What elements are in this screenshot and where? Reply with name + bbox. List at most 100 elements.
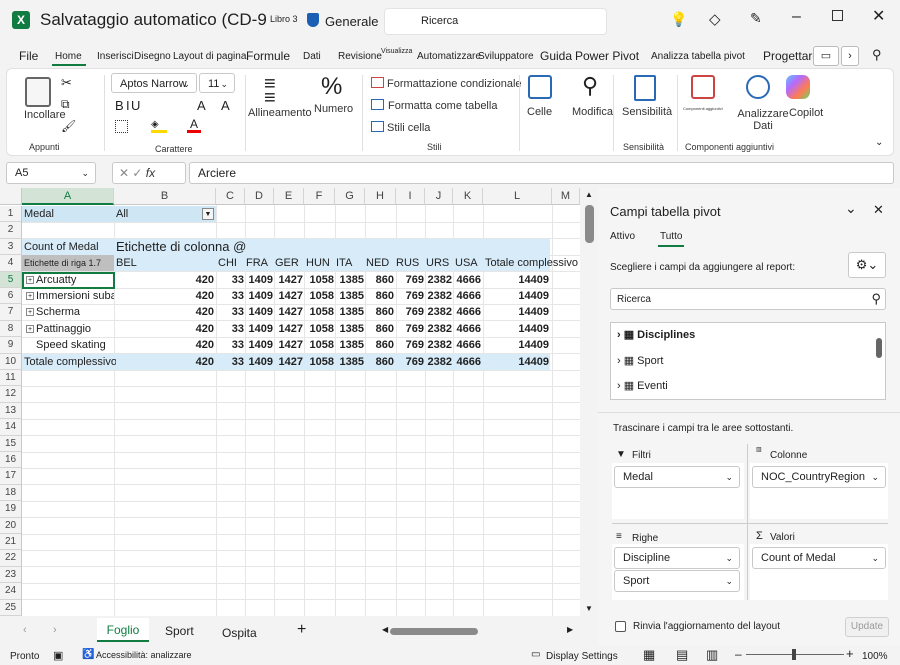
value-cell[interactable]: 1409 — [245, 337, 273, 353]
row-header[interactable]: 21 — [0, 534, 22, 551]
bold-button[interactable]: B — [115, 98, 124, 113]
column-header[interactable]: B — [114, 188, 216, 205]
scrollbar-thumb[interactable] — [585, 205, 594, 243]
value-field-count[interactable]: Count of Medal ⌄ — [752, 547, 886, 569]
value-cell[interactable]: 1058 — [304, 304, 334, 320]
value-cell[interactable]: 1409 — [245, 272, 273, 288]
close-icon[interactable]: ✕ — [872, 6, 885, 26]
zoom-level[interactable]: 100% — [862, 651, 888, 662]
value-cell[interactable]: 14409 — [483, 304, 549, 320]
tab-automate[interactable]: Automatizzare — [417, 51, 481, 62]
selected-cell[interactable] — [22, 271, 115, 289]
value-cell[interactable]: 4666 — [453, 304, 481, 320]
row-label[interactable]: Pattinaggio — [36, 321, 114, 337]
number-label[interactable]: Numero — [314, 103, 353, 115]
row-header[interactable]: 20 — [0, 517, 22, 534]
value-cell[interactable]: 1427 — [274, 288, 303, 304]
tab-view[interactable]: Visualizza — [381, 48, 412, 55]
select-all-corner[interactable] — [0, 188, 22, 205]
tab-data[interactable]: Dati — [303, 51, 321, 62]
value-cell[interactable]: 33 — [216, 272, 244, 288]
font-color-icon[interactable]: A — [187, 117, 201, 133]
copilot-icon[interactable] — [786, 75, 810, 99]
value-cell[interactable]: 1058 — [304, 288, 334, 304]
edit-label[interactable]: Modifica — [572, 106, 613, 118]
gear-icon[interactable]: ⚙⌄ — [848, 252, 886, 278]
value-cell[interactable]: 1427 — [274, 337, 303, 353]
column-header[interactable]: G — [335, 188, 365, 205]
diamond-icon[interactable]: ◇ — [709, 10, 721, 28]
chevron-right-icon[interactable]: › — [841, 46, 859, 66]
tab-developer[interactable]: Sviluppatore — [478, 51, 534, 62]
accessibility-icon[interactable]: ♿ — [82, 649, 94, 660]
row-header[interactable]: 15 — [0, 435, 22, 452]
sheet-tab[interactable]: Ospita — [222, 626, 257, 640]
accessibility-status[interactable]: Accessibilità: analizzare — [96, 650, 192, 660]
value-cell[interactable]: 14409 — [483, 321, 549, 337]
value-cell[interactable]: 769 — [396, 272, 424, 288]
font-name-select[interactable]: Aptos Narrow ⌄ — [111, 73, 197, 93]
cells-label[interactable]: Celle — [527, 106, 552, 118]
lightbulb-icon[interactable]: 💡 — [670, 11, 687, 28]
row-header[interactable]: 23 — [0, 566, 22, 584]
sensitivity-label-button[interactable]: Sensibilità — [622, 106, 672, 118]
paste-label[interactable]: Incollare — [24, 109, 66, 121]
tab-active-fields[interactable]: Attivo — [610, 231, 635, 242]
shrink-font-button[interactable]: A — [221, 98, 230, 113]
analyze-data-icon[interactable] — [746, 75, 770, 99]
column-header[interactable]: I — [396, 188, 425, 205]
row-header[interactable]: 1 — [0, 206, 22, 223]
row-header[interactable]: 12 — [0, 386, 22, 403]
row-header[interactable]: 17 — [0, 468, 22, 485]
column-header[interactable]: E — [274, 188, 304, 205]
close-icon[interactable]: ✕ — [873, 202, 884, 218]
alignment-label[interactable]: Allineamento — [248, 107, 312, 119]
row-header[interactable]: 2 — [0, 222, 22, 239]
field-list-scrollbar[interactable] — [876, 338, 882, 358]
value-cell[interactable]: 420 — [116, 304, 214, 320]
tab-power-pivot[interactable]: Power Pivot — [575, 49, 639, 63]
cut-icon[interactable]: ✂ — [61, 75, 72, 91]
value-cell[interactable]: 1409 — [245, 321, 273, 337]
value-cell[interactable]: 860 — [365, 304, 394, 320]
underline-button[interactable]: U — [131, 98, 140, 113]
cell-styles-button[interactable]: Stili cella — [387, 122, 430, 134]
value-cell[interactable]: 2382 — [425, 337, 452, 353]
expand-icon[interactable]: + — [26, 324, 34, 333]
macro-icon[interactable]: ▣ — [53, 649, 63, 662]
addins-icon[interactable] — [691, 75, 715, 99]
fill-color-icon[interactable]: ◈ — [151, 119, 167, 133]
value-cell[interactable]: 1385 — [335, 321, 364, 337]
value-cell[interactable]: 420 — [116, 288, 214, 304]
value-cell[interactable]: 769 — [396, 304, 424, 320]
zoom-in-icon[interactable]: + — [846, 646, 854, 661]
row-header[interactable]: 16 — [0, 452, 22, 469]
edit-search-icon[interactable]: ⚲ — [582, 73, 598, 99]
format-as-table-button[interactable]: Formatta come tabella — [388, 100, 497, 112]
update-button[interactable]: Update — [845, 617, 889, 637]
value-cell[interactable]: 860 — [365, 321, 394, 337]
percent-icon[interactable]: % — [321, 73, 342, 101]
row-field-sport[interactable]: Sport ⌄ — [614, 570, 740, 592]
zoom-out-icon[interactable]: – — [735, 647, 742, 661]
tab-insert[interactable]: Inserisci — [97, 51, 134, 62]
page-break-icon[interactable]: ▥ — [706, 647, 718, 663]
row-header[interactable]: 3 — [0, 238, 22, 256]
row-header[interactable]: 4 — [0, 255, 22, 272]
row-header[interactable]: 8 — [0, 320, 22, 338]
worksheet-grid[interactable]: ABCDEFGHIJKLM 1 2 3 4 5 6 7 8 9 10 11 12 13 14 15 16 17 1… — [0, 188, 580, 616]
column-field-noc[interactable]: NOC_CountryRegion ⌄ — [752, 466, 886, 488]
sensitivity-label[interactable]: Generale p — [325, 14, 383, 29]
value-cell[interactable]: 33 — [216, 288, 244, 304]
column-header[interactable]: C — [216, 188, 245, 205]
row-field-discipline[interactable]: Discipline ⌄ — [614, 547, 740, 569]
value-cell[interactable]: 1385 — [335, 337, 364, 353]
fx-button[interactable]: fx — [146, 166, 155, 180]
align-icon[interactable]: ≡ ≡ — [264, 74, 276, 108]
value-cell[interactable]: 1409 — [245, 288, 273, 304]
row-label[interactable]: Immersioni subacquee — [36, 288, 114, 304]
person-icon[interactable]: ⚲ — [872, 47, 882, 63]
addins-label[interactable]: Componenti aggiuntivi — [683, 106, 735, 111]
value-cell[interactable]: 1427 — [274, 321, 303, 337]
row-header[interactable]: 7 — [0, 304, 22, 321]
